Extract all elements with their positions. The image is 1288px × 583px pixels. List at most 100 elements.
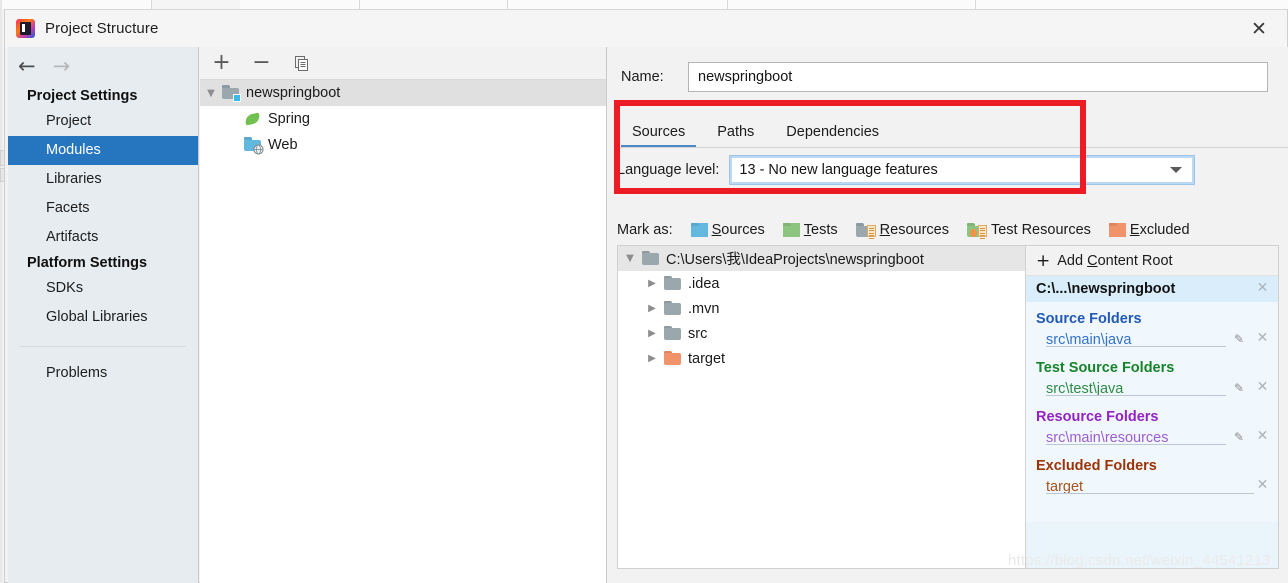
navigation-buttons: ← → [8,47,198,85]
settings-sidebar: ← → Project Settings Project Modules Lib… [8,47,199,583]
screen: Project Structure ✕ ← → Project Settings… [0,0,1288,583]
remove-icon[interactable]: ✕ [1255,331,1270,346]
facet-label: Web [268,137,298,153]
collapse-triangle-icon[interactable]: ▶ [640,278,664,289]
add-module-icon[interactable]: + [211,53,232,74]
mark-as-label-rest: esources [890,222,949,238]
language-level-value: 13 - No new language features [739,162,937,178]
edit-icon[interactable]: ✎ [1234,381,1248,395]
edit-icon[interactable]: ✎ [1234,430,1248,444]
module-name-input[interactable]: newspringboot [688,62,1268,92]
mark-as-tests[interactable]: Tests [783,222,838,238]
folder-label: target [688,351,725,367]
folder-label: .idea [688,276,719,292]
window-title: Project Structure [45,20,158,37]
add-content-root-button[interactable]: + Add Content Root [1026,246,1278,276]
detail-tabs: Sources Paths Dependencies [617,115,1288,148]
back-arrow-icon[interactable]: ← [18,56,36,77]
orange-folder-icon [1109,223,1126,237]
sidebar-item-problems[interactable]: Problems [8,359,198,388]
green-folder-icon [783,223,800,237]
background-left-edge [0,0,2,583]
mark-as-test-resources[interactable]: Test Resources [967,222,1091,238]
copy-module-icon[interactable] [291,53,312,74]
title-bar: Project Structure ✕ [5,10,1287,47]
edit-icon[interactable]: ✎ [1234,332,1248,346]
gray-folder-icon [664,301,682,317]
entry-rule [1046,346,1226,347]
collapse-triangle-icon[interactable]: ▶ [640,303,664,314]
mark-as-excluded[interactable]: Excluded [1109,222,1190,238]
collapse-triangle-icon[interactable]: ▶ [640,353,664,364]
forward-arrow-icon[interactable]: → [53,56,71,77]
blue-folder-icon [691,223,708,237]
chevron-down-icon[interactable] [1170,167,1182,173]
module-detail-panel: Name: newspringboot Sources Paths Depend… [606,47,1288,583]
sidebar-item-sdks[interactable]: SDKs [8,274,198,303]
excluded-folder-entry[interactable]: target ✕ [1026,475,1278,498]
mark-as-sources[interactable]: Sources [691,222,765,238]
source-folder-entry[interactable]: src\main\java ✎ ✕ [1026,328,1278,351]
sidebar-item-artifacts[interactable]: Artifacts [8,223,198,252]
excluded-folders-heading: Excluded Folders [1026,449,1278,475]
content-root-title-row[interactable]: C:\...\newspringboot ✕ [1026,276,1278,302]
collapse-triangle-icon[interactable]: ▶ [640,328,664,339]
intellij-idea-icon [16,19,35,38]
gray-folder-icon [664,326,682,342]
sidebar-item-modules[interactable]: Modules [8,136,198,165]
module-folder-icon [222,85,240,101]
mark-as-row: Mark as: Sources Tests Resources [617,217,1208,243]
plus-icon: + [1036,251,1050,271]
content-roots-tree: ▼ C:\Users\我\IdeaProjects\newspringboot … [617,245,1025,569]
test-source-folder-entry[interactable]: src\test\java ✎ ✕ [1026,377,1278,400]
content-root-path: C:\Users\我\IdeaProjects\newspringboot [666,248,924,269]
content-tree-row-mvn[interactable]: ▶ .mvn [618,296,1025,321]
sidebar-item-facets[interactable]: Facets [8,194,198,223]
content-tree-row-idea[interactable]: ▶ .idea [618,271,1025,296]
entry-rule [1046,395,1226,396]
gray-folder-icon [664,276,682,292]
expand-triangle-icon[interactable]: ▼ [200,88,222,99]
sidebar-item-libraries[interactable]: Libraries [8,165,198,194]
modules-toolbar: + − [200,47,606,80]
tab-sources[interactable]: Sources [617,120,700,148]
content-root-row[interactable]: ▼ C:\Users\我\IdeaProjects\newspringboot [618,246,1025,271]
module-tree-row-newspringboot[interactable]: ▼ newspringboot [200,80,606,106]
module-tree-row-spring[interactable]: Spring [200,106,606,132]
folder-label: src [688,326,707,342]
mark-as-mnemonic: S [712,222,722,238]
name-label: Name: [621,69,688,85]
remove-content-root-icon[interactable]: ✕ [1255,281,1270,296]
content-root-title: C:\...\newspringboot [1036,281,1175,297]
orange-folder-icon [664,351,682,367]
content-tree-row-target[interactable]: ▶ target [618,346,1025,371]
remove-icon[interactable]: ✕ [1255,380,1270,395]
sidebar-item-project[interactable]: Project [8,107,198,136]
remove-icon[interactable]: ✕ [1255,478,1270,493]
spring-leaf-icon [244,112,262,127]
web-folder-icon [244,137,262,153]
module-tree-row-web[interactable]: Web [200,132,606,158]
mark-as-mnemonic: R [880,222,890,238]
folder-label: .mvn [688,301,719,317]
mark-as-label-rest: ests [811,222,838,238]
sidebar-divider [20,346,186,347]
close-icon[interactable]: ✕ [1239,14,1279,44]
mark-as-mnemonic: T [804,222,811,238]
language-level-select[interactable]: 13 - No new language features [729,155,1195,185]
content-tree-row-src[interactable]: ▶ src [618,321,1025,346]
content-root-side-panel: + Add Content Root C:\...\newspringboot … [1025,245,1279,569]
mark-as-resources[interactable]: Resources [856,222,949,238]
language-level-row: Language level: 13 - No new language fea… [617,155,1195,185]
expand-triangle-icon[interactable]: ▼ [618,253,642,264]
resource-folder-entry[interactable]: src\main\resources ✎ ✕ [1026,426,1278,449]
mark-as-label-rest: ources [721,222,765,238]
sidebar-item-global-libraries[interactable]: Global Libraries [8,303,198,332]
remove-icon[interactable]: ✕ [1255,429,1270,444]
add-label-prefix: Add [1057,253,1087,269]
tab-paths[interactable]: Paths [702,120,769,148]
remove-module-icon[interactable]: − [251,53,272,74]
mark-as-label-rest: xcluded [1140,222,1190,238]
mark-as-label: Mark as: [617,222,673,238]
tab-dependencies[interactable]: Dependencies [771,120,894,148]
